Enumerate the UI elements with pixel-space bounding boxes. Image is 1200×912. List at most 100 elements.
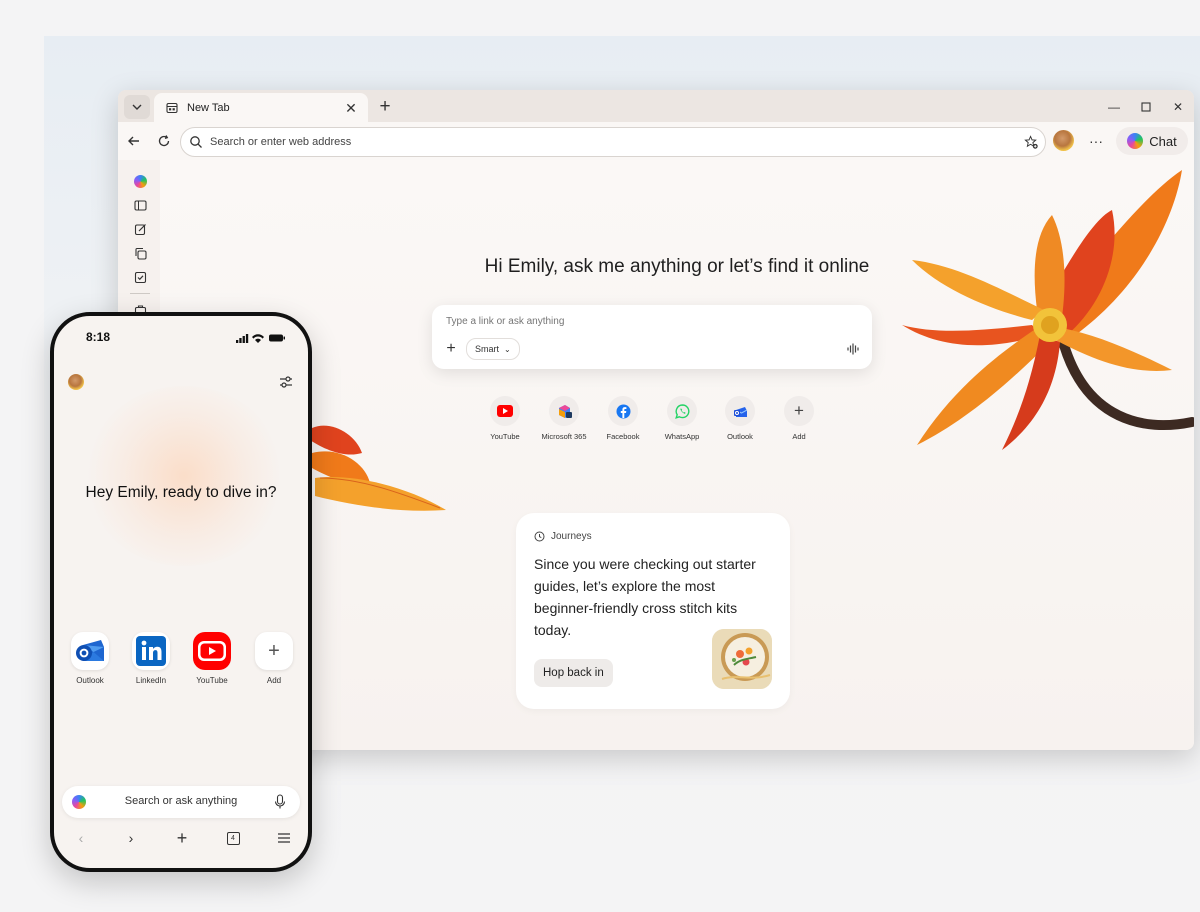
tab-title: New Tab (187, 102, 230, 114)
microsoft-365-icon (549, 396, 579, 426)
journey-header-label: Journeys (551, 531, 592, 542)
tab-list-dropdown[interactable] (124, 95, 150, 119)
microphone-icon[interactable] (274, 794, 286, 810)
phone-glow (84, 386, 284, 566)
shortcut-label: Outlook (727, 432, 753, 441)
phone-app-youtube[interactable]: YouTube (184, 632, 240, 685)
tab-new-tab[interactable]: New Tab ✕ (154, 93, 368, 123)
sidebar-collections-button[interactable] (133, 246, 147, 260)
favorite-star-icon[interactable] (1023, 134, 1039, 150)
new-tab-button[interactable]: + (374, 96, 396, 118)
checkbox-icon (134, 271, 146, 283)
shortcut-label: Add (792, 432, 806, 441)
more-options-button[interactable]: ··· (1086, 131, 1106, 151)
sidebar-divider (130, 293, 150, 294)
tab-bar: New Tab ✕ + — ✕ (118, 90, 1194, 123)
phone-app-label: LinkedIn (135, 676, 167, 685)
youtube-icon (490, 396, 520, 426)
shortcut-label: Microsoft 365 (541, 432, 587, 441)
smart-mode-dropdown[interactable]: Smart ⌄ (466, 338, 520, 360)
phone-profile-avatar[interactable] (68, 374, 84, 390)
chevron-down-icon: ⌄ (504, 344, 511, 354)
ask-box: + Smart ⌄ (432, 305, 872, 369)
address-bar[interactable] (180, 127, 1046, 157)
close-tab-icon[interactable]: ✕ (342, 99, 360, 117)
shortcut-label: YouTube (490, 432, 520, 441)
refresh-icon (158, 135, 170, 147)
settings-sliders-icon[interactable] (278, 374, 294, 390)
tab-count: 4 (226, 831, 240, 845)
phone-headline: Hey Emily, ready to dive in? (85, 484, 277, 501)
outlook-icon (725, 396, 755, 426)
phone-app-linkedin[interactable]: LinkedIn (123, 632, 179, 685)
shortcut-outlook[interactable]: Outlook (710, 396, 770, 441)
phone-search-placeholder: Search or ask anything (124, 795, 238, 807)
flower-illustration (902, 170, 1194, 450)
plus-icon: + (255, 632, 293, 670)
shortcut-whatsapp[interactable]: WhatsApp (652, 396, 712, 441)
cross-stitch-thumbnail[interactable] (712, 629, 772, 689)
shortcut-microsoft-365[interactable]: Microsoft 365 (534, 396, 594, 441)
shortcut-label: Facebook (606, 432, 640, 441)
journey-card: Journeys Since you were checking out sta… (516, 513, 790, 709)
chat-button-label: Chat (1149, 133, 1177, 149)
phone-menu-button[interactable] (273, 828, 295, 848)
sidebar-panel-button[interactable] (133, 198, 147, 212)
phone-search-bar[interactable]: Search or ask anything (62, 786, 300, 818)
browser-toolbar: ··· Chat (118, 122, 1194, 160)
search-icon (190, 136, 202, 148)
arrow-left-icon (128, 136, 139, 146)
maximize-button[interactable] (1136, 98, 1156, 116)
ask-input[interactable] (444, 315, 748, 328)
facebook-icon (608, 396, 638, 426)
chat-button[interactable]: Chat (1116, 127, 1188, 155)
profile-avatar[interactable] (1053, 130, 1074, 151)
new-tab-icon (164, 100, 180, 116)
sidebar-compose-button[interactable] (133, 222, 147, 236)
new-tab-headline: Hi Emily, ask me anything or let’s find … (484, 256, 870, 277)
compose-icon (134, 223, 146, 235)
phone-new-tab-button[interactable]: + (171, 828, 193, 848)
phone-app-label: Add (266, 676, 282, 685)
shortcut-facebook[interactable]: Facebook (593, 396, 653, 441)
refresh-button[interactable] (154, 131, 174, 151)
menu-icon (278, 833, 290, 843)
attach-button[interactable]: + (442, 340, 460, 358)
address-input[interactable] (208, 135, 1023, 149)
sidebar-copilot-button[interactable] (133, 174, 147, 188)
smart-mode-label: Smart (475, 344, 500, 354)
chevron-down-icon (132, 104, 142, 110)
whatsapp-icon (667, 396, 697, 426)
minimize-button[interactable]: — (1104, 98, 1124, 116)
shortcut-add[interactable]: + Add (769, 396, 829, 441)
petal-illustration (310, 425, 446, 511)
phone-app-label: Outlook (76, 676, 104, 685)
clock-icon (534, 531, 545, 542)
status-icons (236, 334, 285, 343)
voice-input-icon[interactable] (846, 342, 860, 356)
phone-app-outlook[interactable]: Outlook (62, 632, 118, 685)
phone-mockup: 8:18 Hey Emily, ready to dive in? Outloo… (50, 312, 312, 872)
sidebar-tasks-button[interactable] (133, 270, 147, 284)
outlook-icon (71, 632, 109, 670)
phone-forward-button[interactable]: › (120, 828, 142, 848)
copy-icon (134, 247, 147, 260)
copilot-icon (1127, 133, 1144, 149)
journey-text: Since you were checking out starter guid… (534, 556, 756, 638)
journey-header: Journeys (534, 531, 592, 542)
shortcut-label: WhatsApp (664, 432, 700, 441)
phone-time: 8:18 (86, 330, 111, 344)
phone-back-button[interactable]: ‹ (70, 828, 92, 848)
back-button[interactable] (124, 131, 144, 151)
linkedin-icon (132, 632, 170, 670)
hop-back-in-button[interactable]: Hop back in (534, 659, 613, 687)
shortcut-youtube[interactable]: YouTube (475, 396, 535, 441)
phone-app-add[interactable]: + Add (246, 632, 302, 685)
close-window-button[interactable]: ✕ (1168, 98, 1188, 116)
sidebar-panel-icon (133, 199, 147, 211)
phone-app-label: YouTube (196, 676, 228, 685)
copilot-icon (133, 174, 147, 188)
youtube-icon (193, 632, 231, 670)
plus-icon: + (784, 396, 814, 426)
phone-tabs-button[interactable]: 4 (222, 828, 244, 848)
